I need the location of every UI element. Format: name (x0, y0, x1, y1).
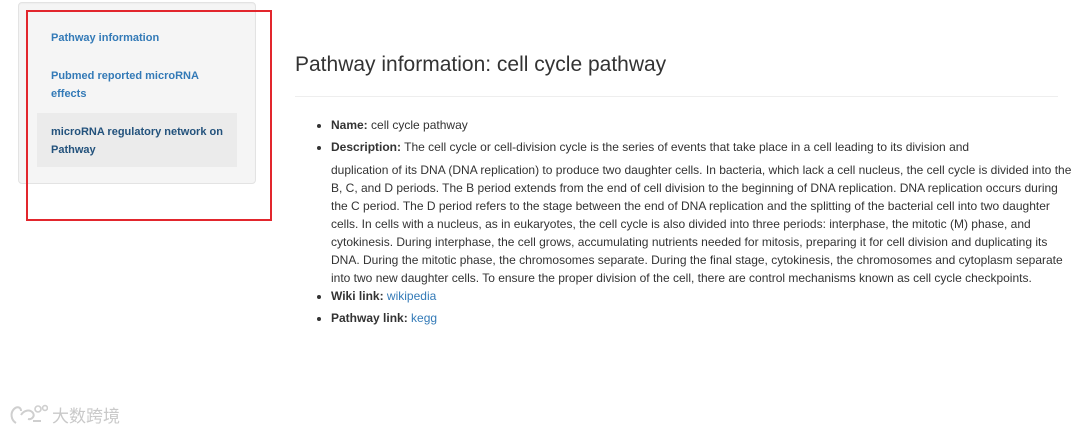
description-label: Description: (331, 140, 402, 154)
watermark-text: 大数跨境 (52, 406, 120, 427)
pathway-link-label: Pathway link: (331, 311, 408, 325)
watermark: 大数跨境 (8, 402, 120, 427)
watermark-logo-icon (10, 404, 48, 424)
title-divider (295, 96, 1058, 97)
list-item-wiki-link: Wiki link: wikipedia (331, 287, 1076, 305)
page: Pathway information Pubmed reported micr… (0, 0, 1080, 435)
list-item-description: Description: The cell cycle or cell-divi… (331, 138, 1076, 287)
nav-item-pathway-information[interactable]: Pathway information (37, 29, 237, 47)
kegg-link[interactable]: kegg (411, 311, 437, 325)
list-item-name: Name: cell cycle pathway (331, 116, 1076, 134)
description-text: duplication of its DNA (DNA replication)… (331, 163, 1072, 285)
list-item-pathway-link: Pathway link: kegg (331, 309, 1076, 327)
wiki-link-label: Wiki link: (331, 289, 384, 303)
page-title: Pathway information: cell cycle pathway (295, 53, 667, 76)
name-label: Name: (331, 118, 368, 132)
name-value: cell cycle pathway (371, 118, 468, 132)
description-line-1: The cell cycle or cell-division cycle is… (404, 140, 970, 154)
description-first-line: Description: The cell cycle or cell-divi… (331, 138, 969, 156)
sidebar-nav: Pathway information Pubmed reported micr… (18, 2, 256, 184)
pathway-details-list: Name: cell cycle pathway Description: Th… (313, 116, 1076, 327)
nav-item-pubmed-microrna-effects[interactable]: Pubmed reported microRNA effects (37, 67, 237, 103)
nav-item-microrna-regulatory-network[interactable]: microRNA regulatory network on Pathway (37, 113, 237, 167)
wikipedia-link[interactable]: wikipedia (387, 289, 436, 303)
